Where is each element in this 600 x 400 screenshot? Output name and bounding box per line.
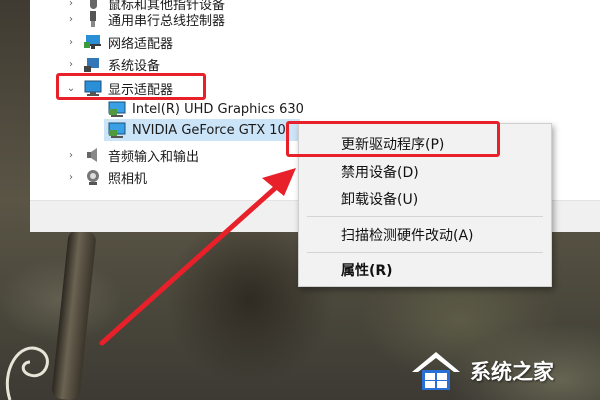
tree-item-label: 网络适配器 bbox=[108, 36, 174, 52]
chevron-right-icon[interactable]: › bbox=[64, 170, 78, 184]
tree-item-label: Intel(R) UHD Graphics 630 bbox=[132, 101, 304, 117]
menu-separator bbox=[307, 252, 543, 253]
background-decoration bbox=[5, 346, 49, 400]
watermark: 系统之家 bbox=[408, 342, 600, 400]
highlight-box-display-adapters bbox=[56, 73, 206, 100]
chevron-right-icon[interactable]: › bbox=[64, 148, 78, 162]
network-adapter-icon bbox=[84, 34, 102, 50]
tree-item-label: 照相机 bbox=[108, 171, 148, 187]
highlight-box-update-driver bbox=[286, 121, 500, 157]
tree-item-label: NVIDIA GeForce GTX 10 bbox=[132, 122, 286, 138]
menu-item-properties[interactable]: 属性(R) bbox=[299, 257, 551, 283]
tree-item-intel-graphics[interactable]: Intel(R) UHD Graphics 630 bbox=[108, 98, 304, 120]
menu-item-disable-device[interactable]: 禁用设备(D) bbox=[299, 159, 551, 185]
chevron-right-icon[interactable]: › bbox=[64, 57, 78, 71]
menu-separator bbox=[307, 216, 543, 217]
system-device-icon bbox=[84, 56, 102, 72]
display-card-icon bbox=[108, 101, 126, 117]
tree-item-system-devices[interactable]: › 系统设备 bbox=[64, 53, 160, 75]
menu-item-uninstall-device[interactable]: 卸载设备(U) bbox=[299, 186, 551, 212]
tree-item-camera[interactable]: › 照相机 bbox=[64, 166, 147, 188]
tree-item-usb-controllers[interactable]: › 通用串行总线控制器 bbox=[64, 8, 225, 30]
tree-item-network-adapters[interactable]: › 网络适配器 bbox=[64, 31, 173, 53]
tree-item-nvidia-graphics[interactable]: NVIDIA GeForce GTX 10 bbox=[108, 119, 286, 141]
chevron-right-icon[interactable]: › bbox=[64, 12, 78, 26]
tree-item-label: 系统设备 bbox=[108, 58, 161, 74]
tree-item-label: 音频输入和输出 bbox=[108, 149, 200, 165]
menu-item-scan-hardware[interactable]: 扫描检测硬件改动(A) bbox=[299, 222, 551, 248]
tree-item-audio-io[interactable]: › 音频输入和输出 bbox=[64, 144, 199, 166]
display-card-icon bbox=[108, 122, 126, 138]
chevron-right-icon[interactable]: › bbox=[64, 35, 78, 49]
camera-icon bbox=[84, 169, 102, 185]
watermark-logo-icon bbox=[412, 352, 460, 390]
speaker-icon bbox=[84, 147, 102, 163]
tree-item-label: 通用串行总线控制器 bbox=[108, 13, 226, 29]
watermark-text: 系统之家 bbox=[470, 360, 554, 384]
usb-icon bbox=[84, 11, 102, 27]
